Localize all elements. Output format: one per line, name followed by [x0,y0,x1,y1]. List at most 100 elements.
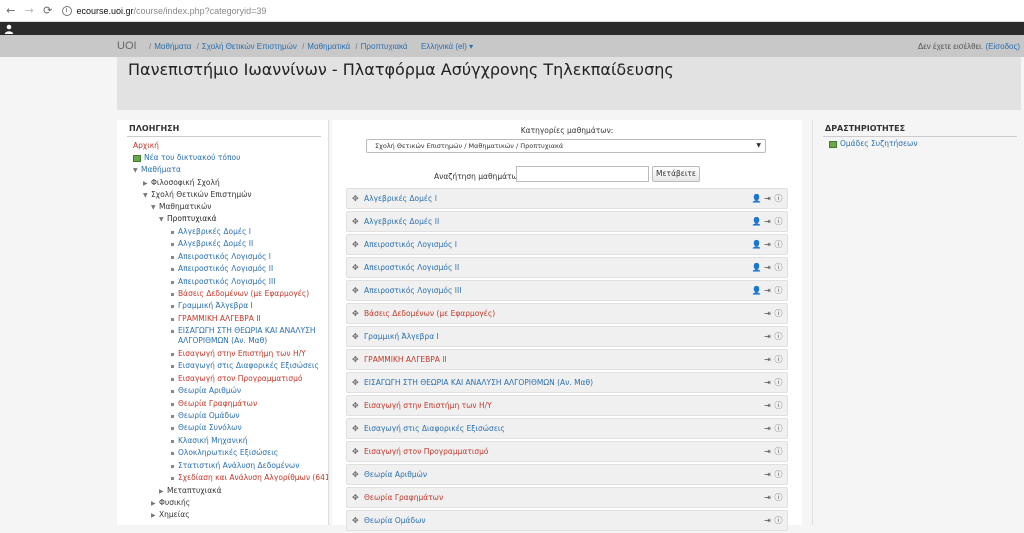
brand-logo[interactable]: UOI [117,40,137,52]
forward-icon[interactable]: → [22,3,38,19]
nav-course-label: Εισαγωγή στην Επιστήμη των Η/Υ [178,349,306,358]
summary-info-icon[interactable]: ⓘ [774,262,783,272]
nav-dept-physics[interactable]: ▶Φυσικής [151,498,190,509]
login-link[interactable]: (Είσοδος) [985,42,1020,51]
summary-info-icon[interactable]: ⓘ [774,285,783,295]
course-expand-icon[interactable]: ✥ [352,356,360,364]
summary-info-icon[interactable]: ⓘ [774,331,783,341]
address-bar[interactable]: i ecourse.uoi.gr/course/index.php?catego… [62,3,1024,19]
user-profile-icon[interactable] [4,24,14,34]
nav-course-item[interactable]: Αλγεβρικές Δομές I [171,227,251,237]
nav-course-item[interactable]: Θεωρία Συνόλων [171,423,242,433]
course-expand-icon[interactable]: ✥ [352,379,360,387]
course-link[interactable]: Θεωρία Αριθμών [364,470,427,479]
nav-course-item[interactable]: ΓΡΑΜΜΙΚΗ ΑΛΓΕΒΡΑ II [171,314,261,324]
nav-course-item[interactable]: Θεωρία Γραφημάτων [171,399,257,409]
search-button[interactable]: Μετάβειτε [652,166,700,182]
summary-info-icon[interactable]: ⓘ [774,469,783,479]
summary-info-icon[interactable]: ⓘ [774,492,783,502]
self-enrol-icon: ⇥ [763,400,772,410]
nav-course-item[interactable]: Αλγεβρικές Δομές II [171,239,253,249]
nav-course-item[interactable]: Εισαγωγή στην Επιστήμη των Η/Υ [171,349,306,359]
course-expand-icon[interactable]: ✥ [352,241,360,249]
info-icon[interactable]: i [62,6,72,16]
back-icon[interactable]: ← [3,3,19,19]
course-link[interactable]: Αλγεβρικές Δομές II [364,217,439,226]
course-expand-icon[interactable]: ✥ [352,264,360,272]
course-link[interactable]: Απειροστικός Λογισμός I [364,240,457,249]
breadcrumb: /Μαθήματα /Σχολή Θετικών Επιστημών /Μαθη… [146,42,408,51]
nav-course-item[interactable]: Ολοκληρωτικές Εξισώσεις [171,448,278,458]
summary-info-icon[interactable]: ⓘ [774,400,783,410]
course-row: ✥ Θεωρία Γραφημάτων ⇥ⓘ [346,487,788,508]
course-link[interactable]: ΓΡΑΜΜΙΚΗ ΑΛΓΕΒΡΑ II [364,355,447,364]
nav-course-item[interactable]: ΕΙΣΑΓΩΓΗ ΣΤΗ ΘΕΩΡΙΑ ΚΑΙ ΑΝΑΛΥΣΗ [171,326,316,336]
reload-icon[interactable]: ⟳ [40,3,56,19]
summary-info-icon[interactable]: ⓘ [774,216,783,226]
nav-undergrad[interactable]: ▼Προπτυχιακά [159,214,217,225]
course-expand-icon[interactable]: ✥ [352,494,360,502]
course-link[interactable]: Αλγεβρικές Δομές I [364,194,437,203]
course-row: ✥ Απειροστικός Λογισμός I 👤⇥ⓘ [346,234,788,255]
summary-info-icon[interactable]: ⓘ [774,308,783,318]
summary-info-icon[interactable]: ⓘ [774,446,783,456]
course-expand-icon[interactable]: ✥ [352,218,360,226]
nav-course-item[interactable]: Απειροστικός Λογισμός I [171,252,271,262]
nav-faculty-philosophy[interactable]: ▶Φιλοσοφική Σχολή [143,178,220,189]
breadcrumb-courses[interactable]: Μαθήματα [154,42,191,51]
nav-faculty-science[interactable]: ▼Σχολή Θετικών Επιστημών [143,190,252,201]
breadcrumb-department[interactable]: Μαθηματικά [307,42,350,51]
nav-dept-chemistry[interactable]: ▶Χημείας [151,510,190,521]
course-link[interactable]: Απειροστικός Λογισμός II [364,263,459,272]
summary-info-icon[interactable]: ⓘ [774,515,783,525]
nav-course-item[interactable]: Στατιστική Ανάλυση Δεδομένων [171,461,299,471]
nav-course-item[interactable]: Απειροστικός Λογισμός III [171,277,275,287]
course-link[interactable]: ΕΙΣΑΓΩΓΗ ΣΤΗ ΘΕΩΡΙΑ ΚΑΙ ΑΝΑΛΥΣΗ ΑΛΓΟΡΙΘΜ… [364,378,593,387]
course-link[interactable]: Θεωρία Ομάδων [364,516,426,525]
nav-dept-math[interactable]: ▼Μαθηματικών [151,202,211,213]
course-expand-icon[interactable]: ✥ [352,333,360,341]
nav-course-label-continued[interactable]: ΑΛΓΟΡΙΘΜΩΝ (Αν. Μαθ) [178,336,267,346]
course-link[interactable]: Εισαγωγή στον Προγραμματισμό [364,447,489,456]
summary-info-icon[interactable]: ⓘ [774,377,783,387]
course-expand-icon[interactable]: ✥ [352,195,360,203]
summary-info-icon[interactable]: ⓘ [774,423,783,433]
course-expand-icon[interactable]: ✥ [352,425,360,433]
nav-course-item[interactable]: Εισαγωγή στον Προγραμματισμό [171,374,303,384]
language-menu[interactable]: Ελληνικά (el) ▾ [421,42,473,51]
course-expand-icon[interactable]: ✥ [352,448,360,456]
summary-info-icon[interactable]: ⓘ [774,354,783,364]
course-expand-icon[interactable]: ✥ [352,402,360,410]
nav-postgrad[interactable]: ▶Μεταπτυχιακά [159,486,222,497]
expanded-triangle-icon: ▼ [151,203,159,213]
activity-forums-link[interactable]: Ομάδες Συζητήσεων [829,139,918,148]
course-expand-icon[interactable]: ✥ [352,471,360,479]
nav-course-item[interactable]: Σχεδίαση και Ανάλυση Αλγορίθμων (641) [171,473,329,483]
search-input[interactable] [516,166,649,182]
course-expand-icon[interactable]: ✥ [352,310,360,318]
nav-courses[interactable]: ▼Μαθήματα [133,165,181,176]
nav-course-item[interactable]: Θεωρία Ομάδων [171,411,240,421]
nav-site-news[interactable]: Νέα του δικτυακού τόπου [133,153,240,163]
nav-course-item[interactable]: Θεωρία Αριθμών [171,386,241,396]
course-link[interactable]: Βάσεις Δεδομένων (με Εφαρμογές) [364,309,495,318]
nav-course-item[interactable]: Βάσεις Δεδομένων (με Εφαρμογές) [171,289,309,299]
category-select[interactable]: Σχολή Θετικών Επιστημών / Μαθηματικών / … [366,139,766,153]
summary-info-icon[interactable]: ⓘ [774,239,783,249]
nav-course-item[interactable]: Κλασική Μηχανική [171,436,248,446]
course-link[interactable]: Θεωρία Γραφημάτων [364,493,443,502]
nav-course-item[interactable]: Εισαγωγή στις Διαφορικές Εξισώσεις [171,361,319,371]
breadcrumb-undergrad[interactable]: Προπτυχιακά [361,42,408,51]
course-expand-icon[interactable]: ✥ [352,287,360,295]
nav-course-item[interactable]: Γραμμική Άλγεβρα I [171,301,253,311]
course-link[interactable]: Εισαγωγή στις Διαφορικές Εξισώσεις [364,424,505,433]
nav-course-label: Εισαγωγή στον Προγραμματισμό [178,374,303,383]
nav-home[interactable]: Αρχική [133,141,159,151]
course-expand-icon[interactable]: ✥ [352,517,360,525]
summary-info-icon[interactable]: ⓘ [774,193,783,203]
nav-course-item[interactable]: Απειροστικός Λογισμός II [171,264,273,274]
course-link[interactable]: Γραμμική Άλγεβρα I [364,332,439,341]
course-link[interactable]: Εισαγωγή στην Επιστήμη των Η/Υ [364,401,492,410]
course-link[interactable]: Απειροστικός Λογισμός III [364,286,461,295]
breadcrumb-faculty[interactable]: Σχολή Θετικών Επιστημών [202,42,297,51]
